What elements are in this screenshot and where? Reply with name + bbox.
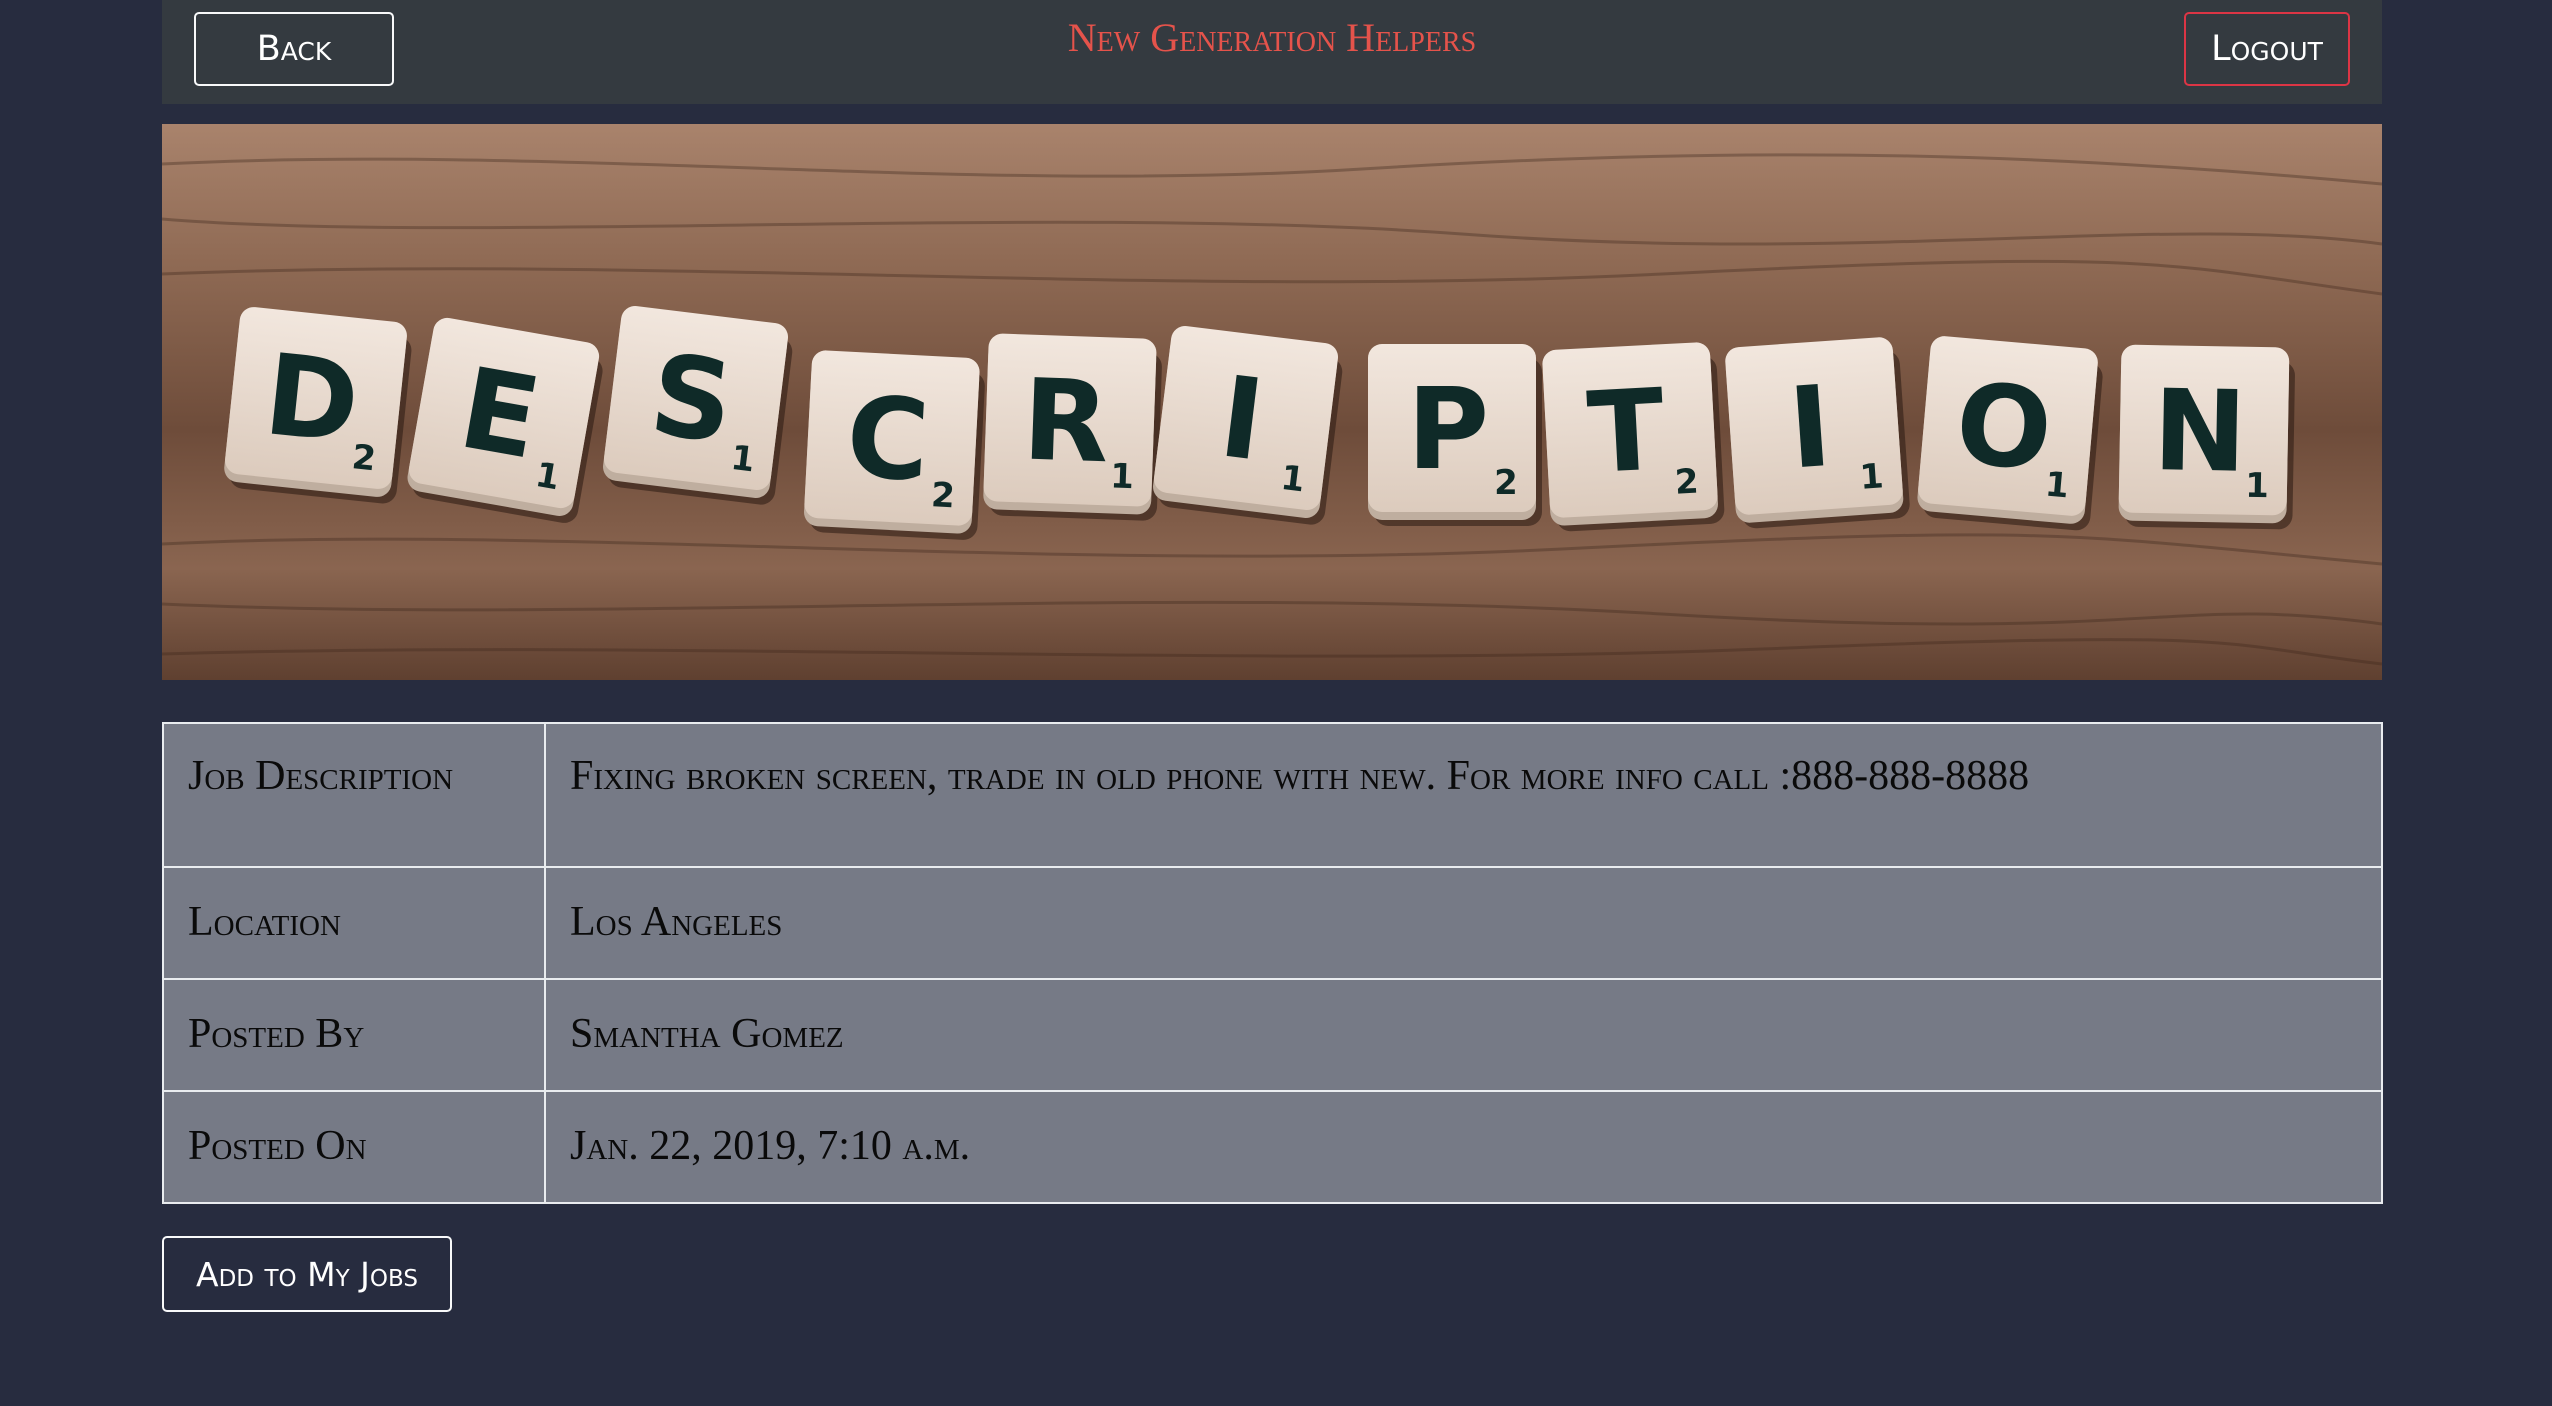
tile-value: 1 [1859,456,1885,498]
brand-title[interactable]: New Generation Helpers [162,14,2382,61]
scrabble-tile: D2 [224,307,412,504]
scrabble-tile: P2 [1368,344,1542,526]
tile-letter: S [644,330,740,469]
tile-value: 2 [1494,463,1518,503]
scrabble-tile: S1 [603,305,793,505]
location-value: Los Angeles [544,866,2383,980]
tile-value: 2 [930,475,956,516]
job-description-value: Fixing broken screen, trade in old phone… [544,722,2383,868]
page-container: Back New Generation Helpers Logout D 2 E… [162,0,2383,1312]
table-row: Job Description Fixing broken screen, tr… [162,722,2383,868]
posted-on-value: Jan. 22, 2019, 7:10 a.m. [544,1090,2383,1204]
tile-letter: T [1585,365,1668,499]
table-row: Posted By Smantha Gomez [162,978,2383,1092]
job-description-label: Job Description [162,722,546,868]
tile-value: 1 [1110,456,1135,497]
scrabble-tile: T2 [1542,342,1725,532]
logout-button[interactable]: Logout [2184,12,2350,86]
posted-by-label: Posted By [162,978,546,1092]
tile-letter: D [259,330,365,469]
scrabble-tile: O1 [1917,336,2103,531]
navbar: Back New Generation Helpers Logout [162,0,2382,104]
tile-value: 2 [350,437,378,479]
posted-by-value: Smantha Gomez [544,978,2383,1092]
tile-letter: P [1407,365,1489,495]
scrabble-tile: N1 [2118,344,2295,530]
tile-value: 1 [2245,466,2269,506]
table-row: Location Los Angeles [162,866,2383,980]
tile-value: 1 [1279,458,1307,501]
job-details-table: Job Description Fixing broken screen, tr… [162,722,2383,1204]
tile-letter: C [843,373,932,507]
banner-illustration: D2 E1S1 C2R1 I 1 P 2 T 2 I 1 O1 N1 [162,124,2382,680]
location-label: Location [162,866,546,980]
scrabble-tile: R1 [983,333,1162,521]
scrabble-tile: E1 [407,317,603,523]
add-to-my-jobs-button[interactable]: Add to My Jobs [162,1236,452,1312]
tile-value: 1 [729,438,757,481]
tile-value: 2 [1674,462,1700,503]
posted-on-label: Posted On [162,1090,546,1204]
tile-letter: N [2152,366,2248,498]
scrabble-tile: I1 [1153,325,1343,525]
tile-letter: R [1021,355,1112,488]
scrabble-tiles: D2 E1S1 C2R1 I 1 P 2 T 2 I 1 O1 N1 [224,305,2295,540]
tile-letter: O [1951,359,2057,497]
scrabble-tile: I1 [1725,337,1910,529]
tile-value: 1 [2043,465,2070,507]
scrabble-tile: C2 [804,350,985,540]
table-row: Posted On Jan. 22, 2019, 7:10 a.m. [162,1090,2383,1204]
description-banner-image: D2E1S1C2R1I1P2T2I1O1N1 [162,124,2382,680]
